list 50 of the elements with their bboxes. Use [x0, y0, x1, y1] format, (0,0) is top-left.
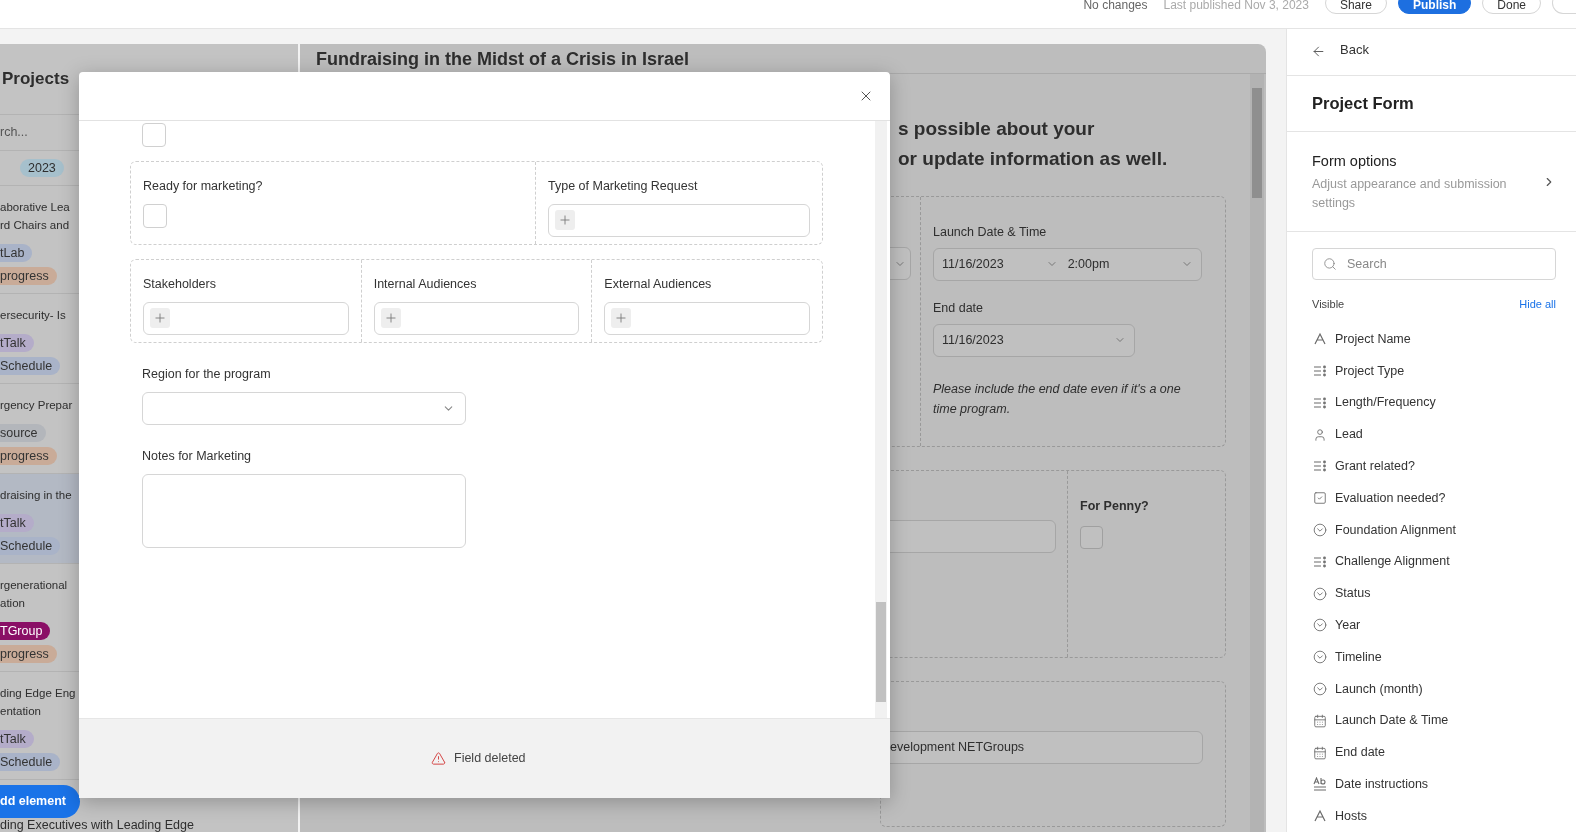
field-label: For Penny? [1080, 498, 1149, 515]
options-title: Form options [1312, 151, 1398, 171]
project-tag: Schedule [0, 357, 61, 375]
project-name: rd Chairs and [0, 218, 70, 233]
year-tag: 2023 [20, 159, 64, 177]
project-name: rgenerational [0, 578, 68, 593]
project-tag: tTalk [0, 514, 34, 532]
project-tag: progress [0, 645, 57, 663]
project-name: aborative Lea [0, 200, 70, 215]
field-value: evelopment NETGroups [890, 739, 1025, 757]
section-label: Visible [1312, 296, 1345, 312]
options-description: Adjust appearance and submission settings [1312, 175, 1508, 212]
field-label: Ready for marketing? [143, 178, 263, 195]
form-heading: or update information as well. [898, 147, 1169, 171]
project-name: rgency Prepar [0, 398, 73, 413]
date-note: Please include the end date even if it's a one time program. [933, 380, 1182, 418]
project-name: draising in the [0, 488, 72, 503]
last-published: Last published Nov 3, 2023 [1163, 0, 1309, 14]
field-label: Internal Audiences [373, 276, 477, 293]
field-label: Type of Marketing Request [548, 178, 698, 195]
date-value: 11/16/2023 [942, 255, 1004, 273]
project-tag: source [0, 424, 46, 442]
field-label: Stakeholders [143, 276, 216, 293]
field-label: External Audiences [604, 276, 712, 293]
field-label: Launch Date & Time [933, 224, 1048, 241]
project-name: ersecurity- Is [0, 308, 66, 323]
project-name: ding Executives with Leading Edge [0, 817, 194, 832]
search-placeholder: Search [1347, 255, 1387, 273]
project-name: entation [0, 704, 41, 719]
field-label: End date [933, 299, 985, 317]
panel-title: Project Form [1312, 93, 1414, 115]
project-tag: tLab [0, 244, 33, 262]
field-label: Region for the program [142, 366, 271, 383]
sidebar-title: Projects [1, 68, 70, 91]
save-status: No changes [1083, 0, 1148, 14]
project-tag: tTalk [0, 334, 34, 352]
project-name: ation [0, 596, 25, 611]
form-title: Fundraising in the Midst of a Crisis in Israel [316, 48, 690, 70]
field-label: Notes for Marketing [142, 447, 252, 465]
project-tag: progress [0, 447, 57, 465]
project-tag: Schedule [0, 753, 61, 771]
project-tag: Schedule [0, 537, 61, 555]
toast-message: Field deleted [454, 750, 526, 768]
project-name: ding Edge Eng [0, 686, 76, 701]
time-value: 2:00pm [1067, 255, 1110, 273]
project-tag: TGroup [0, 622, 51, 640]
form-heading: s possible about your [898, 117, 1096, 141]
project-tag: progress [0, 267, 57, 285]
date-value: 11/16/2023 [942, 331, 1004, 349]
project-tag: tTalk [0, 730, 34, 748]
